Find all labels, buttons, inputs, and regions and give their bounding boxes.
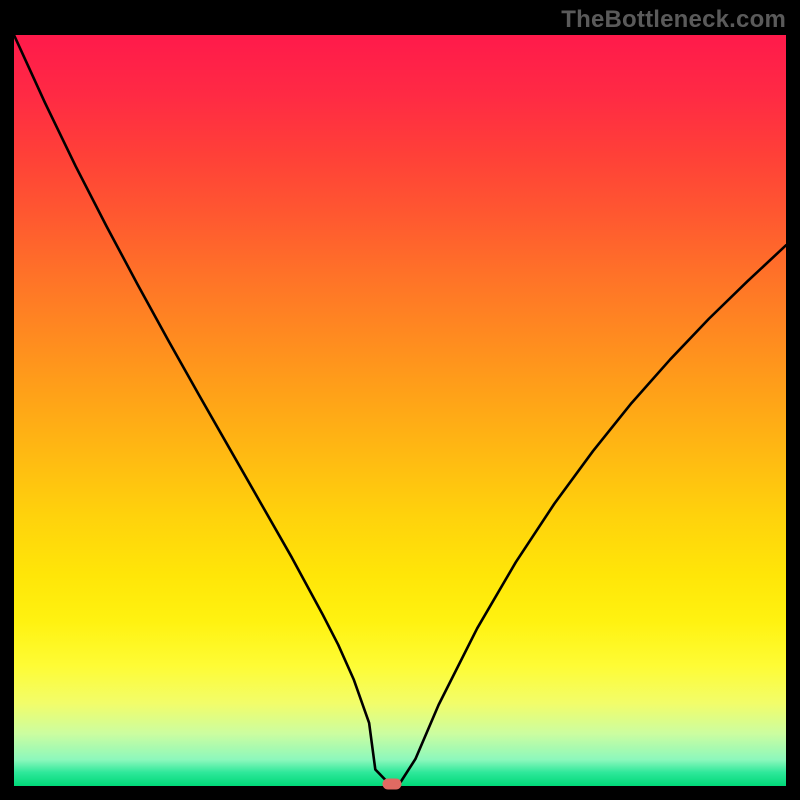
chart-frame: TheBottleneck.com xyxy=(0,0,800,800)
bottleneck-curve xyxy=(14,35,786,783)
min-marker xyxy=(382,779,401,790)
watermark-text: TheBottleneck.com xyxy=(561,6,786,34)
plot-area xyxy=(14,35,786,786)
curve-svg xyxy=(14,35,786,786)
